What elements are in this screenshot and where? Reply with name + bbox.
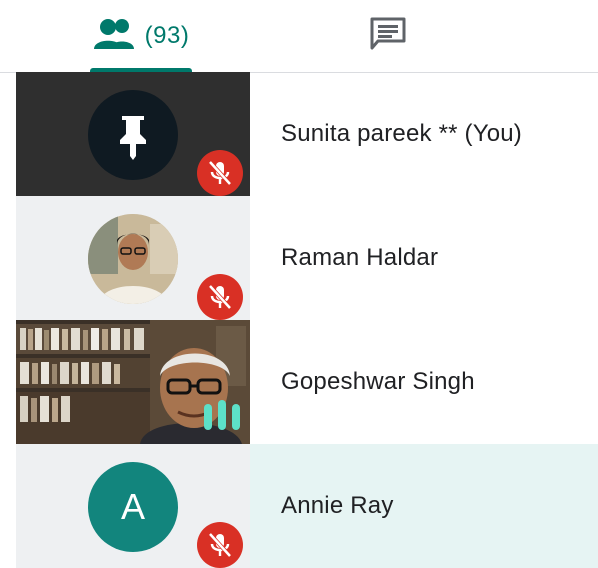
- participant-row[interactable]: Sunita pareek ** (You): [16, 72, 598, 196]
- participant-name: Annie Ray: [281, 492, 394, 519]
- tab-people[interactable]: (93): [90, 0, 192, 72]
- participant-video-tile: [16, 320, 250, 444]
- participant-row[interactable]: Raman Haldar: [16, 196, 598, 320]
- avatar: A: [88, 462, 178, 552]
- mic-off-icon: [197, 522, 243, 568]
- tab-chat[interactable]: [340, 0, 436, 72]
- participant-tile: A: [16, 444, 250, 568]
- participant-name: Gopeshwar Singh: [281, 368, 475, 395]
- participant-row[interactable]: Gopeshwar Singh: [16, 320, 598, 444]
- participant-tile: [16, 72, 250, 196]
- participant-name: Raman Haldar: [281, 244, 439, 271]
- chat-icon: [368, 16, 408, 57]
- pin-icon: [120, 116, 146, 160]
- participant-name: Sunita pareek ** (You): [281, 120, 523, 147]
- speaking-indicator-icon: [202, 398, 242, 432]
- participant-row[interactable]: A Annie Ray: [16, 444, 598, 568]
- people-icon: [93, 17, 139, 56]
- mic-off-icon: [197, 274, 243, 320]
- participants-tab-bar: (93): [0, 0, 598, 73]
- participant-list: Sunita pareek ** (You) Raman Haldar Gope…: [16, 72, 598, 568]
- avatar: [88, 214, 178, 304]
- person-photo-icon: [88, 214, 178, 304]
- avatar: [88, 90, 178, 180]
- mic-off-icon: [197, 150, 243, 196]
- participant-tile: [16, 196, 250, 320]
- participant-count: (93): [144, 22, 190, 49]
